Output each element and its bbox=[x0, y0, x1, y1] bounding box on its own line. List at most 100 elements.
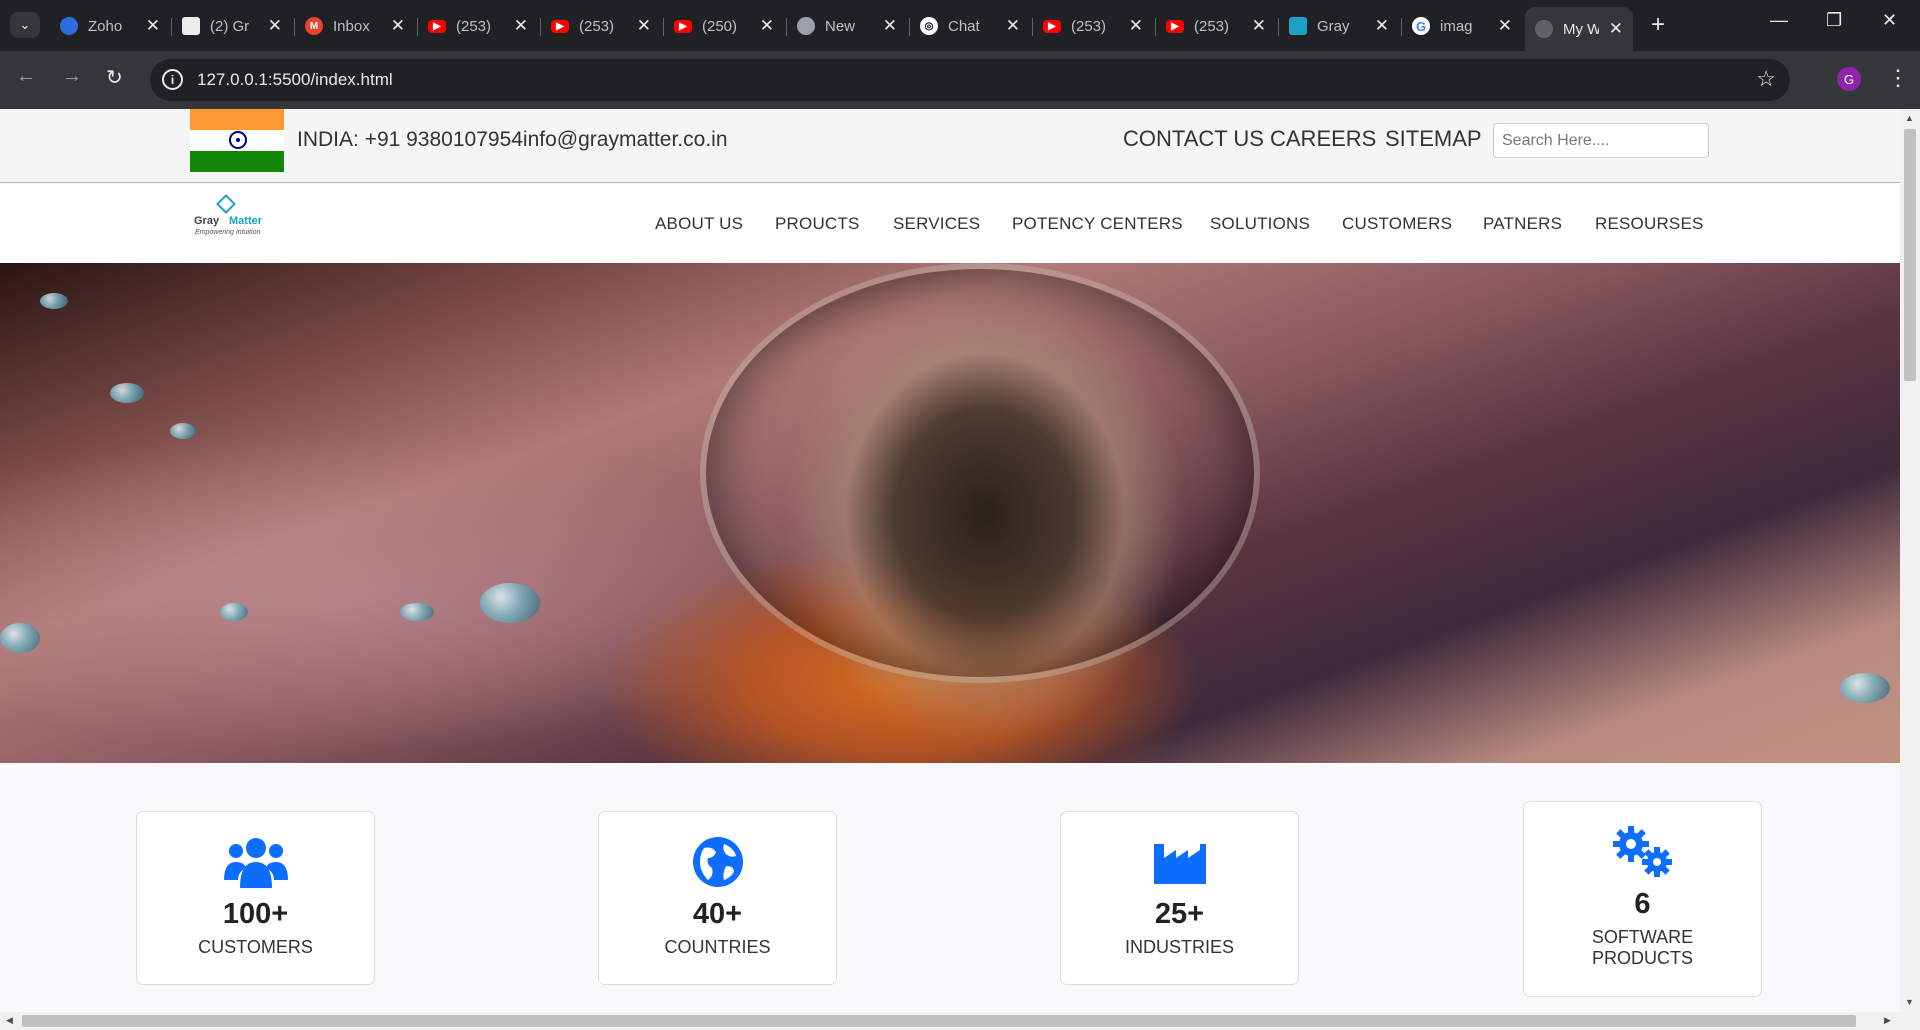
scroll-up-icon[interactable]: ▲ bbox=[1905, 113, 1914, 123]
stat-number: 25+ bbox=[1154, 898, 1205, 930]
youtube-icon: ▶ bbox=[1166, 19, 1184, 33]
nav-partners[interactable]: PATNERS bbox=[1483, 214, 1562, 234]
youtube-icon: ▶ bbox=[674, 19, 692, 33]
youtube-icon: ▶ bbox=[428, 19, 446, 33]
sitemap-link[interactable]: SITEMAP bbox=[1385, 126, 1482, 152]
top-info-bar: INDIA: +91 9380107954info@graymatter.co.… bbox=[0, 109, 1900, 183]
hero-image bbox=[0, 263, 1900, 763]
search-input[interactable] bbox=[1493, 123, 1709, 158]
users-icon bbox=[137, 836, 374, 888]
reload-icon[interactable]: ↻ bbox=[106, 65, 123, 90]
nav-products[interactable]: PROUCTS bbox=[775, 214, 860, 234]
close-tab-icon[interactable]: ✕ bbox=[1375, 16, 1389, 36]
nav-potency-centers[interactable]: POTENCY CENTERS bbox=[1012, 214, 1183, 234]
google-icon: G bbox=[1412, 17, 1430, 35]
graymatter-icon bbox=[1289, 17, 1307, 35]
scroll-left-icon[interactable]: ◀ bbox=[6, 1015, 13, 1026]
close-tab-icon[interactable]: ✕ bbox=[1498, 16, 1512, 36]
restore-icon[interactable]: ❐ bbox=[1826, 10, 1842, 31]
browser-tab[interactable]: ▶ (253) ✕ bbox=[1033, 9, 1153, 43]
stat-card-countries: 40+ COUNTRIES bbox=[598, 811, 837, 985]
browser-tab[interactable]: New ✕ bbox=[787, 9, 907, 43]
careers-link[interactable]: CAREERS bbox=[1270, 126, 1376, 152]
graymatter-logo[interactable]: Gray Matter Empowering Intuition bbox=[192, 194, 274, 243]
nav-services[interactable]: SERVICES bbox=[893, 214, 980, 234]
contact-info: INDIA: +91 9380107954info@graymatter.co.… bbox=[297, 128, 728, 151]
india-flag-icon bbox=[190, 109, 284, 172]
globe-icon bbox=[1535, 20, 1553, 38]
scroll-right-icon[interactable]: ▶ bbox=[1884, 1015, 1891, 1026]
vertical-scrollbar[interactable]: ▲ ▼ bbox=[1900, 109, 1920, 1012]
browser-tab[interactable]: ▶ (253) ✕ bbox=[1156, 9, 1276, 43]
stat-label: CUSTOMERS bbox=[198, 937, 313, 957]
nav-solutions[interactable]: SOLUTIONS bbox=[1210, 214, 1310, 234]
close-tab-icon[interactable]: ✕ bbox=[1129, 16, 1143, 36]
new-tab-button[interactable]: + bbox=[1651, 11, 1665, 39]
bookmark-star-icon[interactable]: ☆ bbox=[1756, 66, 1776, 92]
youtube-icon: ▶ bbox=[1043, 19, 1061, 33]
stat-number: 6 bbox=[1634, 888, 1651, 920]
close-tab-icon[interactable]: ✕ bbox=[514, 16, 528, 36]
stat-number: 40+ bbox=[692, 898, 743, 930]
url-text[interactable]: 127.0.0.1:5500/index.html bbox=[197, 70, 393, 90]
stat-card-software-products: 6 SOFTWARE PRODUCTS bbox=[1523, 801, 1762, 997]
close-tab-icon[interactable]: ✕ bbox=[1609, 19, 1623, 39]
stat-number: 100+ bbox=[222, 898, 289, 930]
minimize-icon[interactable]: — bbox=[1770, 10, 1788, 31]
nav-resources[interactable]: RESOURSES bbox=[1595, 214, 1704, 234]
droplet bbox=[400, 603, 434, 621]
droplet bbox=[0, 623, 40, 653]
industry-icon bbox=[1061, 840, 1298, 884]
scroll-thumb[interactable] bbox=[1904, 129, 1916, 381]
logo-cube-icon bbox=[216, 194, 236, 214]
gears-icon bbox=[1524, 826, 1761, 878]
globe-icon bbox=[599, 836, 836, 888]
tab-search-button[interactable]: ⌄ bbox=[10, 12, 40, 38]
back-icon[interactable]: ← bbox=[16, 65, 36, 88]
chatgpt-icon: ◎ bbox=[920, 17, 938, 35]
close-tab-icon[interactable]: ✕ bbox=[146, 16, 160, 36]
droplet bbox=[40, 293, 68, 309]
stat-card-customers: 100+ CUSTOMERS bbox=[136, 811, 375, 985]
water-drop-image bbox=[700, 263, 1260, 683]
close-tab-icon[interactable]: ✕ bbox=[391, 16, 405, 36]
browser-tab[interactable]: ◎ Chat ✕ bbox=[910, 9, 1030, 43]
browser-tab[interactable]: Zoho ✕ bbox=[50, 9, 170, 43]
browser-tab[interactable]: (2) Gr ✕ bbox=[172, 9, 292, 43]
browser-tab[interactable]: Gray ✕ bbox=[1279, 9, 1399, 43]
close-tab-icon[interactable]: ✕ bbox=[268, 16, 282, 36]
chrome-icon bbox=[797, 17, 815, 35]
page-viewport: INDIA: +91 9380107954info@graymatter.co.… bbox=[0, 109, 1900, 1012]
profile-avatar[interactable]: G bbox=[1837, 67, 1861, 91]
forward-icon[interactable]: → bbox=[62, 65, 82, 88]
close-tab-icon[interactable]: ✕ bbox=[760, 16, 774, 36]
notebook-icon bbox=[182, 17, 200, 35]
scroll-thumb[interactable] bbox=[22, 1015, 1856, 1027]
nav-customers[interactable]: CUSTOMERS bbox=[1342, 214, 1452, 234]
browser-menu-icon[interactable]: ⋮ bbox=[1887, 65, 1909, 91]
browser-tab[interactable]: ▶ (253) ✕ bbox=[541, 9, 661, 43]
site-info-icon[interactable]: i bbox=[162, 69, 183, 90]
close-tab-icon[interactable]: ✕ bbox=[1252, 16, 1266, 36]
address-bar[interactable]: i 127.0.0.1:5500/index.html ☆ bbox=[150, 59, 1790, 101]
gmail-icon: M bbox=[305, 17, 323, 35]
contact-us-link[interactable]: CONTACT US bbox=[1123, 126, 1264, 152]
browser-tab[interactable]: ▶ (253) ✕ bbox=[418, 9, 538, 43]
droplet bbox=[110, 383, 144, 403]
close-tab-icon[interactable]: ✕ bbox=[883, 16, 897, 36]
scroll-down-icon[interactable]: ▼ bbox=[1905, 997, 1914, 1007]
stat-label: COUNTRIES bbox=[664, 937, 771, 957]
browser-tab-active[interactable]: My W ✕ bbox=[1525, 7, 1633, 51]
close-window-icon[interactable]: ✕ bbox=[1882, 10, 1897, 31]
youtube-icon: ▶ bbox=[551, 19, 569, 33]
browser-tab-strip: ⌄ Zoho ✕ (2) Gr ✕ M Inbox ✕ ▶ (253) ✕ ▶ … bbox=[0, 0, 1920, 51]
droplet bbox=[1840, 673, 1890, 703]
horizontal-scrollbar[interactable]: ◀ ▶ bbox=[0, 1012, 1920, 1030]
close-tab-icon[interactable]: ✕ bbox=[1006, 16, 1020, 36]
droplet bbox=[480, 583, 540, 623]
browser-tab[interactable]: M Inbox ✕ bbox=[295, 9, 415, 43]
nav-about-us[interactable]: ABOUT US bbox=[655, 214, 743, 234]
browser-tab[interactable]: G imag ✕ bbox=[1402, 9, 1522, 43]
browser-tab[interactable]: ▶ (250) ✕ bbox=[664, 9, 784, 43]
close-tab-icon[interactable]: ✕ bbox=[637, 16, 651, 36]
